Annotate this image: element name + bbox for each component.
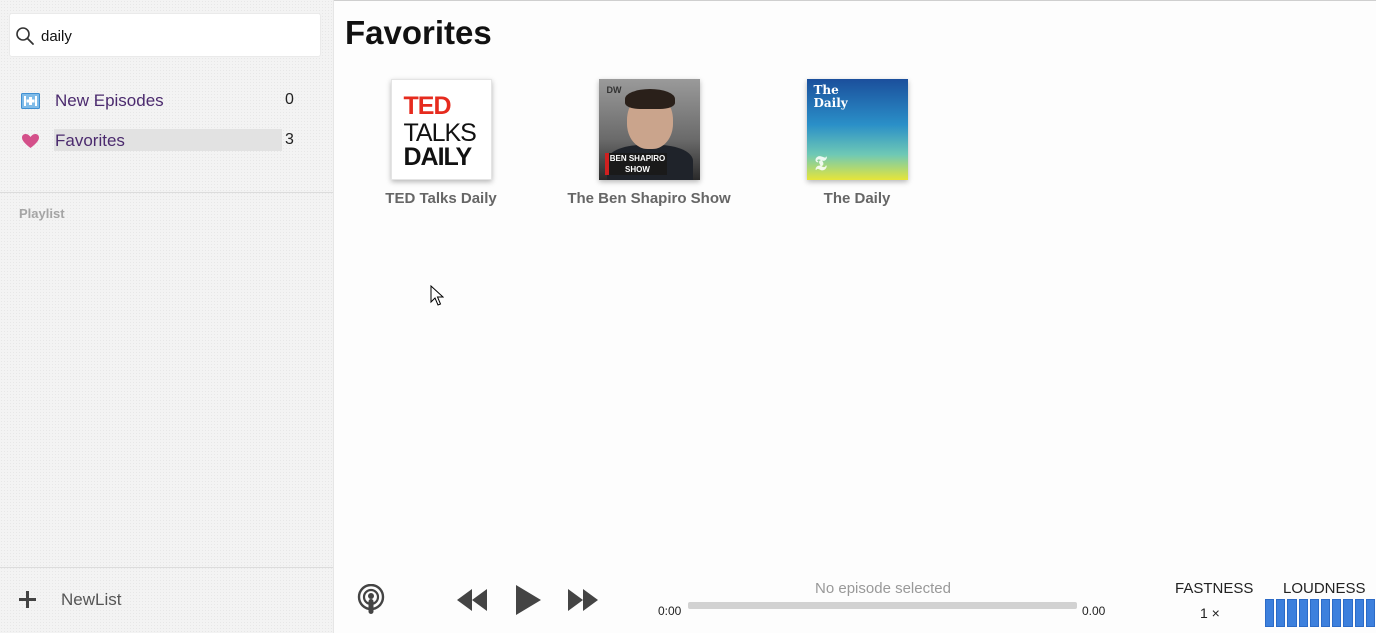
total-time: 0.00 bbox=[1082, 604, 1106, 618]
loudness-label: LOUDNESS bbox=[1283, 580, 1366, 597]
main-content: Favorites TED TALKS DAILY TED Talks Dail… bbox=[334, 0, 1376, 633]
cover-text-line: Daily bbox=[813, 96, 848, 110]
new-list-label: NewList bbox=[61, 590, 122, 609]
search-box[interactable] bbox=[9, 13, 321, 58]
podcast-title: TED Talks Daily bbox=[385, 190, 497, 207]
volume-bar bbox=[1298, 599, 1308, 627]
cover-art bbox=[624, 89, 675, 109]
cover-text: TED bbox=[403, 92, 452, 120]
sidebar: New Episodes 0 Favorites 3 Playlist NewL… bbox=[0, 0, 334, 633]
volume-bar bbox=[1343, 599, 1353, 627]
speed-control[interactable]: 1 × bbox=[1200, 605, 1220, 621]
podcast-card[interactable]: The Daily 𝕿 The Daily bbox=[757, 79, 957, 207]
volume-bar bbox=[1321, 599, 1331, 627]
new-episodes-count: 0 bbox=[285, 91, 294, 108]
fast-forward-icon[interactable] bbox=[567, 588, 599, 612]
divider bbox=[0, 567, 333, 568]
play-icon[interactable] bbox=[514, 584, 542, 616]
fastness-label: FASTNESS bbox=[1175, 580, 1254, 597]
sidebar-item-label: Favorites bbox=[55, 131, 125, 150]
volume-bar bbox=[1309, 599, 1320, 627]
now-playing-text: No episode selected bbox=[815, 580, 951, 597]
volume-bar bbox=[1265, 599, 1275, 627]
podcast-cover: TED TALKS DAILY bbox=[390, 79, 492, 180]
podcast-cover: DW BEN SHAPIRO SHOW bbox=[598, 79, 700, 180]
mouse-cursor-icon bbox=[430, 285, 444, 306]
page-title: Favorites bbox=[345, 14, 492, 51]
progress-bar[interactable] bbox=[688, 602, 1077, 609]
podcast-title: The Ben Shapiro Show bbox=[567, 190, 731, 207]
cover-text: DW bbox=[606, 85, 622, 95]
favorites-count: 3 bbox=[285, 131, 294, 148]
cover-badge: BEN SHAPIRO SHOW bbox=[604, 153, 667, 175]
current-time: 0:00 bbox=[658, 604, 682, 618]
new-episodes-icon bbox=[21, 93, 40, 109]
volume-bar bbox=[1332, 599, 1342, 627]
heart-icon bbox=[22, 134, 39, 148]
search-icon bbox=[16, 27, 34, 45]
podcast-cover: The Daily 𝕿 bbox=[806, 79, 908, 180]
volume-bar bbox=[1276, 599, 1286, 627]
new-list-button[interactable]: NewList bbox=[0, 580, 333, 620]
volume-bar bbox=[1365, 599, 1376, 627]
divider bbox=[0, 192, 333, 193]
plus-icon bbox=[19, 591, 36, 608]
sidebar-item-favorites[interactable]: Favorites 3 bbox=[0, 127, 333, 155]
cover-text-line: The bbox=[813, 83, 839, 97]
cover-text: The Daily bbox=[814, 84, 848, 110]
nyt-logo-icon: 𝕿 bbox=[814, 151, 827, 175]
sidebar-item-new-episodes[interactable]: New Episodes 0 bbox=[0, 87, 333, 115]
search-input[interactable] bbox=[39, 14, 313, 58]
podcast-card[interactable]: TED TALKS DAILY TED Talks Daily bbox=[341, 79, 541, 207]
cover-text: DAILY bbox=[403, 143, 473, 171]
podcast-title: The Daily bbox=[823, 190, 891, 207]
volume-bar bbox=[1287, 599, 1297, 627]
playlist-heading: Playlist bbox=[19, 206, 65, 221]
podcast-icon[interactable] bbox=[356, 584, 386, 616]
podcast-card[interactable]: DW BEN SHAPIRO SHOW The Ben Shapiro Show bbox=[549, 79, 749, 207]
sidebar-item-label: New Episodes bbox=[55, 91, 164, 110]
volume-bar bbox=[1354, 599, 1364, 627]
rewind-icon[interactable] bbox=[456, 588, 488, 612]
volume-slider[interactable] bbox=[1265, 599, 1376, 627]
